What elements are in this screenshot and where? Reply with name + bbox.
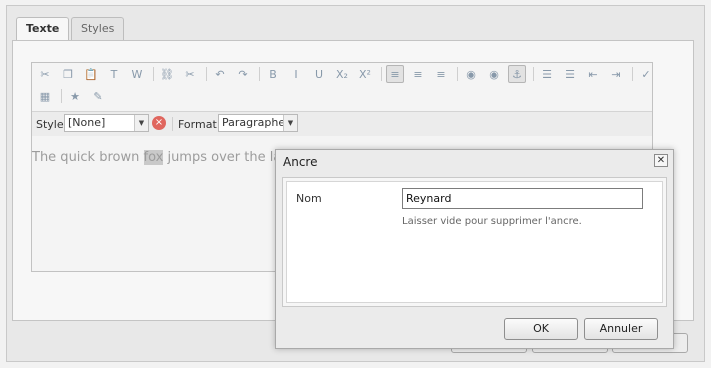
insert-link-icon[interactable]: ◉ [462, 65, 480, 83]
source-edit-icon[interactable]: ✎ [89, 87, 107, 105]
spellcheck-icon[interactable]: ✓ [637, 65, 655, 83]
name-label: Nom [296, 192, 322, 205]
superscript-icon[interactable]: X² [356, 65, 374, 83]
tab-texte[interactable]: Texte [16, 17, 70, 42]
cancel-button[interactable]: Annuler [584, 318, 658, 340]
toolbar-separator [457, 67, 458, 81]
dialog-title: Ancre [283, 155, 318, 169]
toolbar-separator [381, 67, 382, 81]
align-right-icon[interactable]: ≡ [432, 65, 450, 83]
paste-word-icon[interactable]: W [128, 65, 146, 83]
unlink-icon[interactable]: ✂ [181, 65, 199, 83]
style-select[interactable]: [None] ▼ [64, 114, 149, 132]
align-center-icon[interactable]: ≡ [409, 65, 427, 83]
text-before: The quick brown [32, 150, 144, 165]
clear-style-icon[interactable]: × [152, 116, 166, 130]
bullet-list-icon[interactable]: ☰ [538, 65, 556, 83]
paste-icon[interactable]: 📋 [82, 65, 100, 83]
undo-icon[interactable]: ↶ [211, 65, 229, 83]
remove-link-icon[interactable]: ◉ [485, 65, 503, 83]
copy-icon[interactable]: ❐ [59, 65, 77, 83]
anchor-icon[interactable]: ⚓ [508, 65, 526, 83]
text-after: jumps over the la [163, 150, 282, 165]
indent-icon[interactable]: ⇥ [607, 65, 625, 83]
style-bar: Style [None] ▼ × Format Paragraphe ▼ [32, 111, 652, 137]
bold-icon[interactable]: B [264, 65, 282, 83]
toolbar-separator [61, 89, 62, 103]
editor-paragraph: The quick brown fox jumps over the la [32, 150, 281, 165]
toolbar-separator [172, 117, 173, 131]
style-select-value: [None] [68, 116, 106, 129]
chevron-down-icon: ▼ [283, 115, 297, 131]
link-icon[interactable]: ⛓ [158, 65, 176, 83]
close-icon[interactable]: ✕ [654, 154, 668, 167]
cut-icon[interactable]: ✂ [36, 65, 54, 83]
format-select-value: Paragraphe [222, 116, 286, 129]
toolbar-separator [632, 67, 633, 81]
italic-icon[interactable]: I [287, 65, 305, 83]
toolbar-separator [206, 67, 207, 81]
dialog-panel: Nom Laisser vide pour supprimer l'ancre. [282, 177, 667, 307]
tab-styles[interactable]: Styles [71, 17, 125, 41]
anchor-name-input[interactable] [402, 188, 643, 209]
name-hint: Laisser vide pour supprimer l'ancre. [402, 216, 582, 227]
redo-icon[interactable]: ↷ [234, 65, 252, 83]
format-select[interactable]: Paragraphe ▼ [218, 114, 298, 132]
paste-text-icon[interactable]: T [105, 65, 123, 83]
anchor-highlight: fox [143, 150, 164, 165]
chevron-down-icon: ▼ [134, 115, 148, 131]
toolbar-separator [533, 67, 534, 81]
dialog-form: Nom Laisser vide pour supprimer l'ancre. [286, 181, 663, 303]
table-icon[interactable]: ▦ [36, 87, 54, 105]
format-label: Format [178, 118, 217, 131]
ok-button[interactable]: OK [504, 318, 578, 340]
outdent-icon[interactable]: ⇤ [584, 65, 602, 83]
style-label: Style [36, 118, 64, 131]
subscript-icon[interactable]: X₂ [333, 65, 351, 83]
toolbar-separator [259, 67, 260, 81]
special-char-icon[interactable]: ★ [66, 87, 84, 105]
anchor-dialog: Ancre ✕ Nom Laisser vide pour supprimer … [275, 149, 674, 349]
toolbar-separator [153, 67, 154, 81]
underline-icon[interactable]: U [310, 65, 328, 83]
align-left-icon[interactable]: ≡ [386, 65, 404, 83]
numbered-list-icon[interactable]: ☰ [561, 65, 579, 83]
